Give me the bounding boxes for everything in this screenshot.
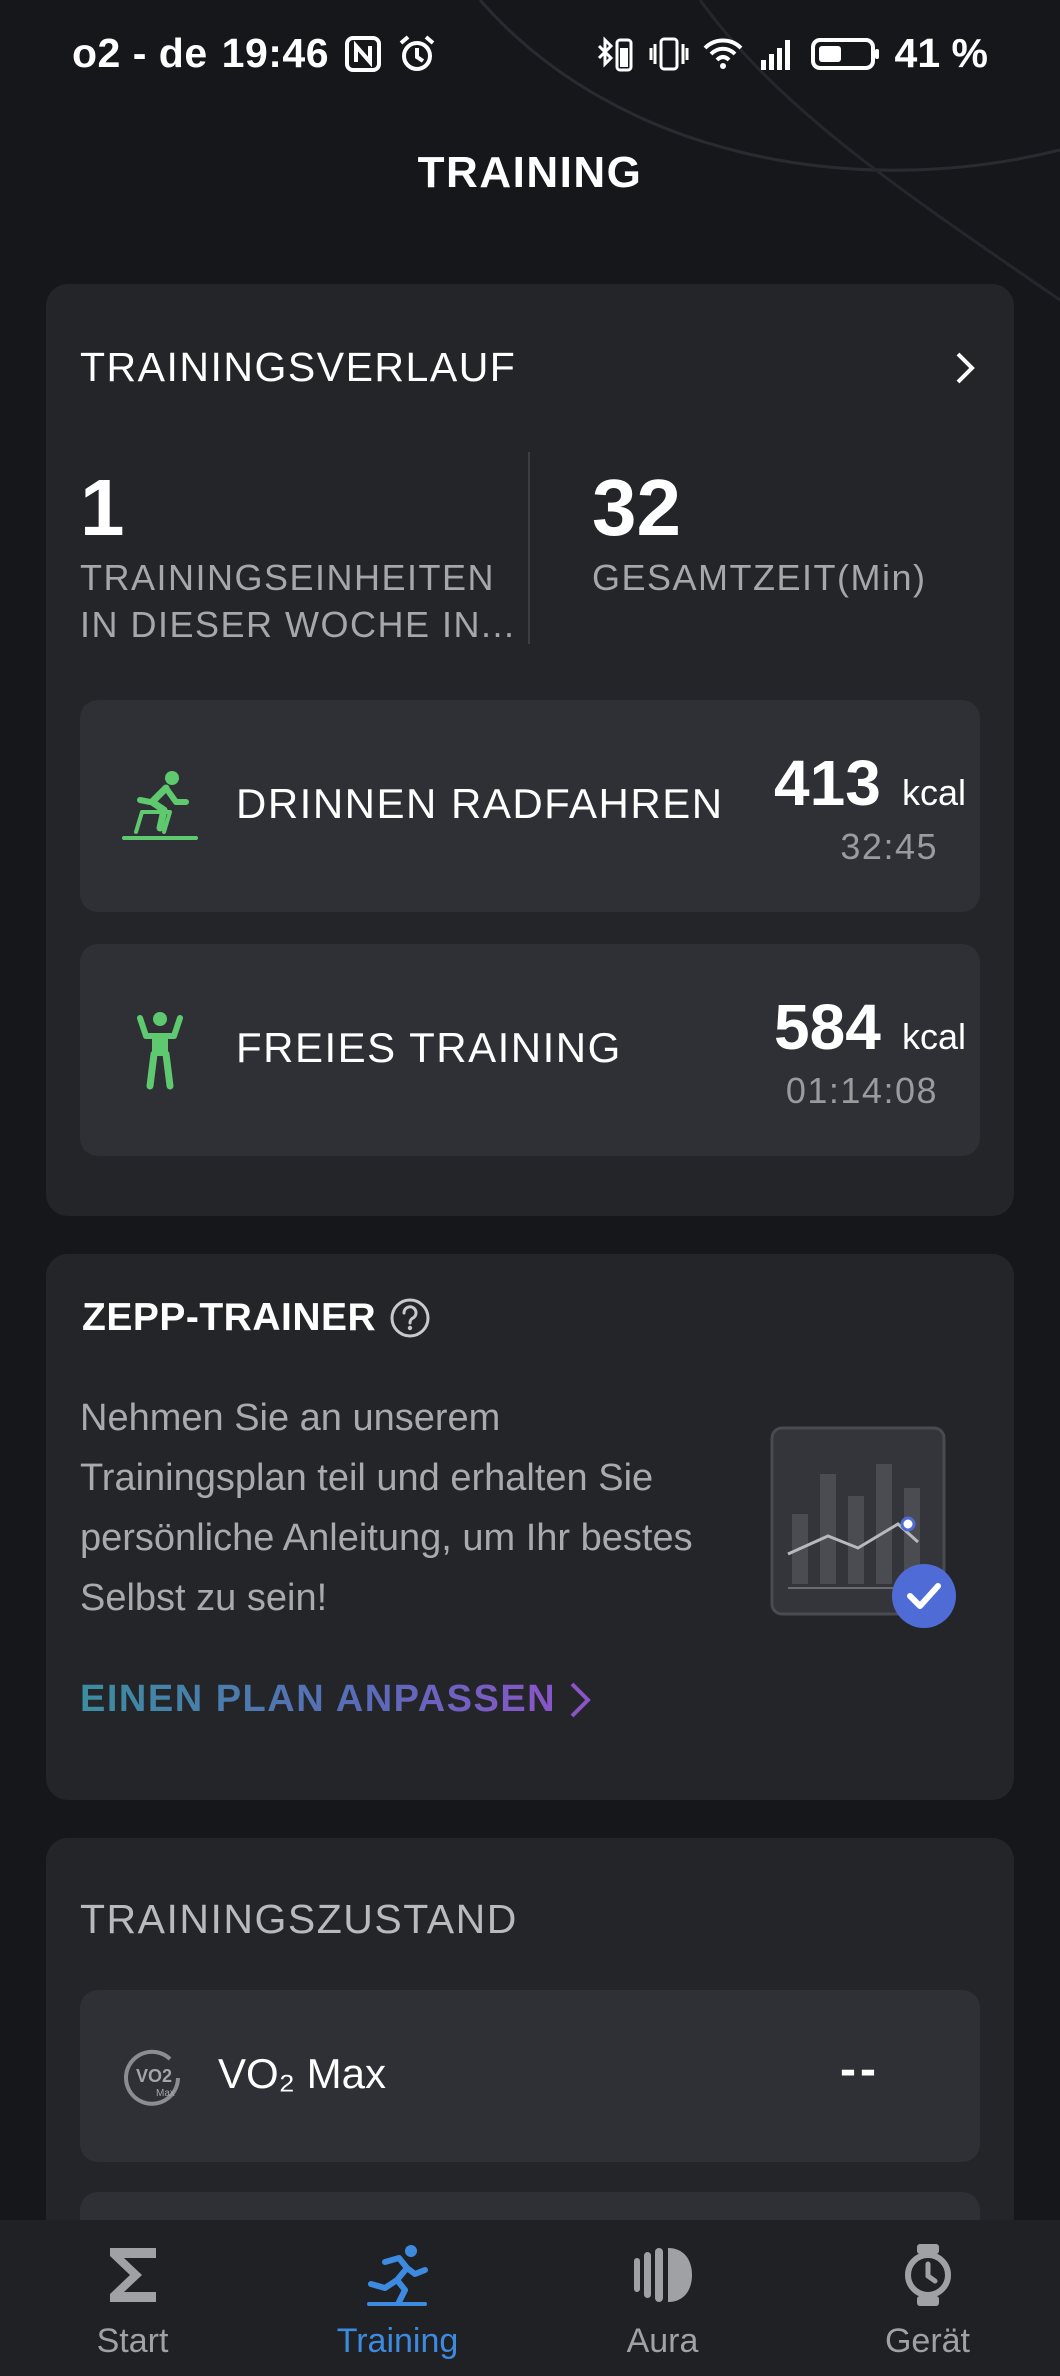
total-time-value: 32 [592,463,681,552]
workout-name: DRINNEN RADFAHREN [236,780,724,827]
chevron-right-icon[interactable] [564,1678,598,1722]
vo2-max-row[interactable]: VO2 Max VO₂ Max -- [80,1990,980,2162]
wifi-icon [703,34,743,74]
trainer-description: Nehmen Sie an unserem Trainingsplan teil… [80,1397,693,1619]
history-title: TRAININGSVERLAUF [80,344,517,390]
signal-icon [757,34,797,74]
watch-icon [905,2244,951,2306]
kcal-unit: kcal [902,1016,967,1057]
customize-plan-link[interactable]: EINEN PLAN ANPASSEN [80,1678,556,1721]
indoor-cycling-icon [122,771,198,840]
training-history-card[interactable]: TRAININGSVERLAUF 1 TRAININGSEINHEITEN IN… [46,284,1014,1216]
status-bar: o2 - de 19:46 41 % [0,0,1060,118]
nav-training[interactable]: Training [265,2220,530,2376]
vo2-icon-text: VO2 [136,2066,172,2086]
sessions-label-line1: TRAININGSEINHEITEN [80,557,496,598]
training-state-card: TRAININGSZUSTAND VO2 Max VO₂ Max -- [46,1838,1014,2312]
sessions-label-line2: IN DIESER WOCHE IN... [80,604,516,645]
vo2-icon-sub: Max [156,2088,175,2099]
vo2-max-icon: VO2 Max [124,2049,180,2106]
help-icon[interactable] [388,1296,432,1340]
zepp-trainer-card[interactable]: ZEPP-TRAINER Nehmen Sie an unserem Train… [46,1254,1014,1800]
workout-kcal: 413 [774,747,881,819]
trainer-title: ZEPP-TRAINER [82,1296,377,1339]
aura-icon [634,2248,692,2302]
workout-duration: 01:14:08 [785,1070,938,1111]
running-icon [367,2245,428,2306]
vo2-value: -- [840,2043,880,2096]
sessions-label: TRAININGSEINHEITEN IN DIESER WOCHE IN... [80,554,516,648]
bluetooth-battery-icon [595,34,635,74]
alarm-icon [397,34,437,74]
clock: 19:46 [221,30,330,76]
state-title: TRAININGSZUSTAND [80,1896,518,1942]
workout-row-free-training[interactable]: FREIES TRAINING 584 kcal 01:14:08 [80,944,980,1156]
nav-label: Training [336,2322,459,2360]
battery-icon [810,34,881,74]
stats-divider [528,452,530,644]
nav-label: Aura [626,2322,699,2360]
nav-start[interactable]: Start [0,2220,265,2376]
sessions-count: 1 [80,463,125,552]
workout-name: FREIES TRAINING [236,1024,622,1071]
vibrate-icon [649,34,689,74]
workout-duration: 32:45 [840,826,938,867]
nav-label: Start [96,2322,169,2360]
vo2-label: VO₂ Max [218,2050,386,2097]
battery-percent: 41 % [894,30,988,76]
nav-label: Gerät [884,2322,971,2360]
kcal-unit: kcal [902,772,967,813]
chevron-right-icon[interactable] [948,350,984,386]
nfc-icon [343,34,383,74]
sigma-icon [110,2248,156,2302]
trainer-chart-illustration [770,1426,956,1628]
total-time-label: GESAMTZEIT(Min) [592,557,927,598]
nav-device[interactable]: Gerät [795,2220,1060,2376]
carrier-label: o2 - de [72,30,208,76]
page-title: TRAINING [417,148,643,197]
workout-row-indoor-cycling[interactable]: DRINNEN RADFAHREN 413 kcal 32:45 [80,700,980,912]
bottom-navigation: Start Training Aura Gerät [0,2220,1060,2376]
nav-aura[interactable]: Aura [530,2220,795,2376]
workout-kcal: 584 [774,991,881,1063]
free-training-icon [137,1012,183,1090]
